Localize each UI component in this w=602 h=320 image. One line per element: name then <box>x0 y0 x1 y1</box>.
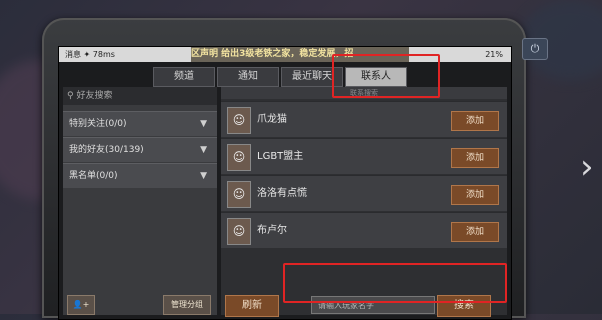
friend-search-placeholder: 好友搜索 <box>76 91 113 101</box>
add-contact-button[interactable]: 添加 <box>451 222 499 242</box>
group-label: 我的好友(30/139) <box>69 145 144 155</box>
chevron-down-icon: ▼ <box>200 119 207 129</box>
contact-name: LGBT盟主 <box>257 151 304 162</box>
battery-level: 21% <box>485 50 503 59</box>
contact-name: 布卢尔 <box>257 225 287 236</box>
chevron-right-icon[interactable]: › <box>580 150 594 184</box>
contact-row: ☺ 洛洛有点慌 添加 <box>221 175 507 211</box>
search-icon: ⚲ <box>67 91 74 101</box>
tab-channel[interactable]: 频道 <box>153 67 215 87</box>
contact-groups-panel: ⚲ 好友搜索 特别关注(0/0) ▼ 我的好友(30/139) ▼ 黑名单(0/… <box>63 87 217 315</box>
left-footer: 👤+ 管理分组 <box>63 295 217 315</box>
manage-groups-button[interactable]: 管理分组 <box>163 295 211 315</box>
group-label: 特别关注(0/0) <box>69 119 127 129</box>
tab-notifications[interactable]: 通知 <box>217 67 279 87</box>
group-blacklist[interactable]: 黑名单(0/0) ▼ <box>63 163 217 188</box>
chevron-down-icon: ▼ <box>200 145 207 155</box>
avatar: ☺ <box>227 218 251 245</box>
add-friend-icon: 👤+ <box>72 300 90 309</box>
add-contact-button[interactable]: 添加 <box>451 111 499 131</box>
power-icon: ⏻ <box>530 42 540 55</box>
contact-name: 洛洛有点慌 <box>257 188 307 199</box>
contact-row: ☺ 布卢尔 添加 <box>221 212 507 248</box>
contact-name: 爪龙猫 <box>257 114 287 125</box>
contact-row: ☺ LGBT盟主 添加 <box>221 138 507 174</box>
friend-search[interactable]: ⚲ 好友搜索 <box>63 87 217 105</box>
highlight-contacts-tab <box>332 54 440 98</box>
power-button[interactable]: ⏻ <box>522 38 548 60</box>
add-friend-button[interactable]: 👤+ <box>67 295 95 315</box>
status-left: 消息 ✦ 78ms <box>65 50 115 59</box>
group-label: 黑名单(0/0) <box>69 171 118 181</box>
avatar: ☺ <box>227 144 251 171</box>
avatar: ☺ <box>227 107 251 134</box>
chevron-down-icon: ▼ <box>200 171 207 181</box>
add-contact-button[interactable]: 添加 <box>451 148 499 168</box>
group-favorites[interactable]: 特别关注(0/0) ▼ <box>63 111 217 136</box>
add-contact-button[interactable]: 添加 <box>451 185 499 205</box>
group-my-friends[interactable]: 我的好友(30/139) ▼ <box>63 137 217 162</box>
avatar: ☺ <box>227 181 251 208</box>
contact-row: ☺ 爪龙猫 添加 <box>221 101 507 137</box>
highlight-search-area <box>283 263 507 303</box>
